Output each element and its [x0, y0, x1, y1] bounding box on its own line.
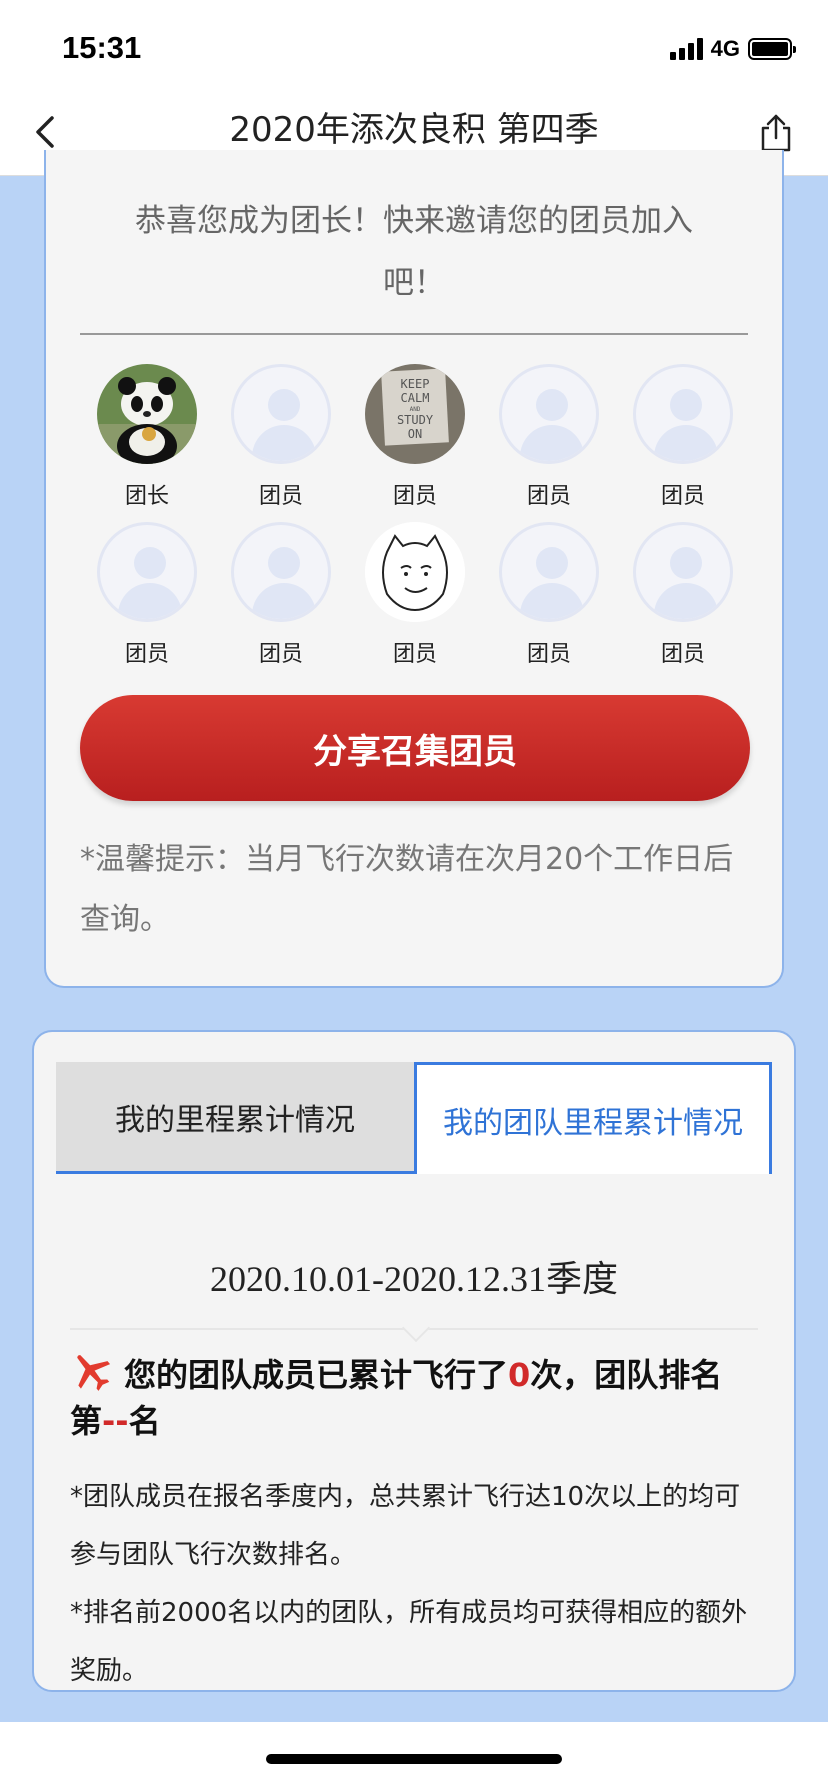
status-time: 15:31	[62, 30, 142, 65]
member-label: 团员	[258, 642, 303, 667]
member-slot[interactable]: 团员	[616, 364, 750, 510]
svg-text:AND: AND	[410, 406, 421, 413]
svg-text:STUDY: STUDY	[397, 413, 434, 427]
member-label: 团员	[392, 642, 437, 667]
tab-my-mileage[interactable]: 我的里程累计情况	[56, 1062, 414, 1174]
keep-calm-avatar: KEEP CALM AND STUDY ON	[365, 364, 465, 464]
member-slot[interactable]: 团员	[214, 364, 348, 510]
member-slot[interactable]: 团员	[482, 522, 616, 668]
mileage-card: 我的里程累计情况 我的团队里程累计情况 2020.10.01-2020.12.3…	[32, 1030, 796, 1692]
headline-suffix: 名	[128, 1402, 161, 1440]
placeholder-avatar-icon	[97, 522, 197, 622]
tip-text: *温馨提示：当月飞行次数请在次月20个工作日后查询。	[80, 842, 734, 937]
congrats-text: 恭喜您成为团长！快来邀请您的团员加入吧！	[135, 203, 693, 301]
member-label: 团长	[124, 484, 169, 509]
share-icon[interactable]	[754, 110, 798, 154]
member-label: 团员	[526, 484, 571, 509]
home-bar[interactable]	[266, 1754, 562, 1764]
team-card: 恭喜您成为团长！快来邀请您的团员加入吧！ 团长 团员 KEEP CALM AND…	[44, 150, 784, 988]
status-bar: 15:31 4G	[0, 0, 828, 88]
reward-note: *排名前2000名以内的团队，所有成员均可获得相应的额外奖励。	[70, 1598, 748, 1686]
member-label: 团员	[526, 642, 571, 667]
member-slot[interactable]: 团员	[482, 364, 616, 510]
page-title: 2020年添次良积 第四季	[229, 110, 599, 150]
cartoon-face-avatar	[365, 522, 465, 622]
svg-text:ON: ON	[408, 427, 422, 441]
placeholder-avatar-icon	[633, 364, 733, 464]
panda-avatar	[97, 364, 197, 464]
svg-text:KEEP: KEEP	[401, 377, 430, 391]
member-label: 团员	[660, 484, 705, 509]
divider-notch	[401, 1313, 431, 1343]
member-label: 团员	[660, 642, 705, 667]
flight-count: 0	[508, 1356, 531, 1394]
battery-icon	[748, 38, 796, 60]
ranking-rule-note: *团队成员在报名季度内，总共累计飞行达10次以上的均可参与团队飞行次数排名。	[70, 1482, 741, 1570]
team-flight-summary: 您的团队成员已累计飞行了0次，团队排名第--名	[70, 1350, 758, 1444]
member-slot[interactable]: 团员	[348, 522, 482, 668]
divider	[80, 333, 748, 335]
placeholder-avatar-icon	[499, 364, 599, 464]
placeholder-avatar-icon	[499, 522, 599, 622]
placeholder-avatar-icon	[633, 522, 733, 622]
member-label: 团员	[258, 484, 303, 509]
status-indicators: 4G	[669, 36, 796, 62]
headline-prefix: 您的团队成员已累计飞行了	[124, 1356, 509, 1394]
member-label: 团员	[392, 484, 437, 509]
member-grid: 团长 团员 KEEP CALM AND STUDY ON 团员 团员 团员 团员…	[80, 364, 750, 668]
member-slot[interactable]: 团员	[616, 522, 750, 668]
placeholder-avatar-icon	[231, 522, 331, 622]
airplane-icon	[77, 1355, 111, 1391]
member-label: 团员	[124, 642, 169, 667]
tab-team-mileage[interactable]: 我的团队里程累计情况	[414, 1062, 772, 1174]
mileage-tabs: 我的里程累计情况 我的团队里程累计情况	[56, 1062, 772, 1174]
svg-text:CALM: CALM	[401, 391, 430, 405]
member-slot[interactable]: 团员	[80, 522, 214, 668]
share-recruit-button[interactable]: 分享召集团员	[80, 695, 750, 801]
signal-icon	[669, 38, 703, 60]
placeholder-avatar-icon	[231, 364, 331, 464]
network-label: 4G	[710, 36, 740, 61]
team-rank: --	[102, 1402, 129, 1440]
home-indicator	[0, 1722, 828, 1792]
date-range: 2020.10.01-2020.12.31季度	[210, 1259, 618, 1299]
member-slot[interactable]: KEEP CALM AND STUDY ON 团员	[348, 364, 482, 510]
member-slot[interactable]: 团员	[214, 522, 348, 668]
member-leader[interactable]: 团长	[80, 364, 214, 510]
